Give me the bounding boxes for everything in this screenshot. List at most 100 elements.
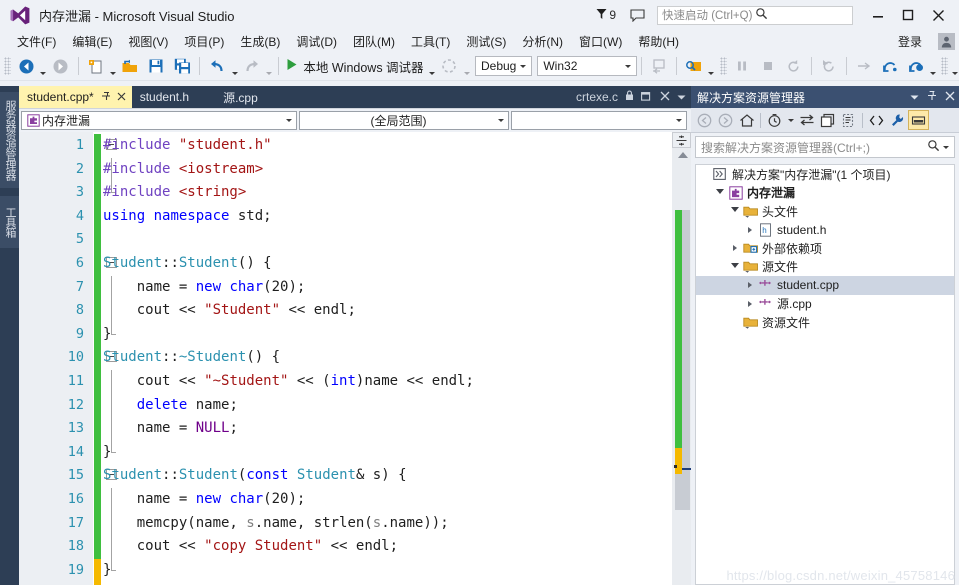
scroll-up-arrow-icon[interactable] [678,152,688,158]
tree-item[interactable]: 资源文件 [696,313,954,332]
menu-item-tools[interactable]: 工具(T) [403,31,458,52]
menu-item-help[interactable]: 帮助(H) [630,31,687,52]
notifications-button[interactable]: 9 [596,8,616,23]
menu-item-window[interactable]: 窗口(W) [571,31,630,52]
menu-item-edit[interactable]: 编辑(E) [64,31,120,52]
back-arrow-icon[interactable] [694,110,715,130]
quick-launch-input[interactable]: 快速启动 (Ctrl+Q) [657,5,853,25]
tree-item[interactable]: 头文件 [696,202,954,221]
sign-in-button[interactable]: 登录 [898,33,928,50]
step-over-icon[interactable] [877,55,903,77]
chevron-down-icon[interactable] [905,90,923,104]
toolbar-grip[interactable] [941,57,949,75]
save-all-icon[interactable] [169,55,195,77]
code-editor-surface[interactable]: 1234567891011121314151617181920 #include… [19,132,691,585]
step-out-icon[interactable] [903,55,929,77]
chevron-down-icon[interactable] [677,90,686,104]
menu-item-analyze[interactable]: 分析(N) [514,31,571,52]
close-icon[interactable] [117,90,126,104]
menu-item-build[interactable]: 生成(B) [232,31,288,52]
editor-tab-yuan-cpp[interactable]: 源.cpp [195,86,264,108]
find-dropdown[interactable] [707,53,716,80]
magnifier-icon[interactable] [927,139,940,155]
refresh-windows-icon[interactable] [816,55,842,77]
pending-changes-icon[interactable] [764,110,785,130]
menu-item-test[interactable]: 测试(S) [458,31,514,52]
expand-arrow-closed-icon[interactable] [728,245,741,252]
maximize-button[interactable] [893,3,923,27]
solution-tree[interactable]: 解决方案"内存泄漏"(1 个项目) 内存泄漏 头文件 h student.h 外部依赖项源… [695,164,955,585]
tree-item[interactable]: 源文件 [696,258,954,277]
stop-icon[interactable] [755,55,781,77]
menu-item-file[interactable]: 文件(F) [9,31,64,52]
sync-icon[interactable] [796,110,817,130]
float-window-icon[interactable] [641,90,653,104]
show-all-files-icon[interactable] [866,110,887,130]
step-into-icon[interactable] [646,55,672,77]
chevron-down-icon[interactable] [785,110,796,130]
split-view-icon[interactable] [672,132,691,148]
navigate-back-icon[interactable] [13,55,39,77]
toolbar-overflow[interactable] [950,53,959,80]
chevron-down-icon[interactable] [940,145,951,149]
open-file-icon[interactable] [117,55,143,77]
tree-item[interactable]: student.cpp [696,276,954,295]
solution-platform-select[interactable]: Win32 [537,56,638,76]
tree-item[interactable]: 外部依赖项 [696,239,954,258]
editor-tab-student-h[interactable]: student.h [132,86,195,108]
code-text[interactable]: #include "student.h" #include <iostream> #… [103,134,672,585]
navigate-forward-icon[interactable] [48,55,74,77]
toolbar-grip[interactable] [4,57,12,75]
preview-selected-items-icon[interactable] [908,110,929,130]
new-item-dropdown[interactable] [109,53,118,80]
toolbar-grip[interactable] [719,57,727,75]
close-icon[interactable] [941,90,959,104]
dock-tab-server-explorer[interactable]: 服务器资源管理器 [0,92,19,188]
tree-item[interactable]: h student.h [696,221,954,240]
home-icon[interactable] [736,110,757,130]
expand-arrow-open-icon[interactable] [713,188,726,197]
pin-icon[interactable] [923,90,941,104]
start-debugging-button[interactable]: 本地 Windows 调试器 [282,55,427,77]
step-out-dropdown[interactable] [929,53,938,80]
restart-icon[interactable] [781,55,807,77]
menu-item-debug[interactable]: 调试(D) [288,31,345,52]
user-avatar-icon[interactable] [938,32,955,50]
solution-explorer-search-input[interactable]: 搜索解决方案资源管理器(Ctrl+;) [695,136,955,158]
redo-dropdown[interactable] [265,53,274,80]
close-icon[interactable] [660,90,670,104]
expand-arrow-closed-icon[interactable] [743,282,756,289]
pin-icon[interactable] [101,91,111,104]
start-debugging-dropdown[interactable] [428,53,437,80]
editor-tab-student-cpp[interactable]: student.cpp* [19,86,132,108]
tree-item[interactable]: 源.cpp [696,295,954,314]
minimize-button[interactable] [863,3,893,27]
forward-arrow-icon[interactable] [715,110,736,130]
navbar-project-select[interactable]: 内存泄漏 [21,111,297,130]
expand-arrow-closed-icon[interactable] [743,226,756,233]
tree-item[interactable]: 内存泄漏 [696,184,954,203]
navbar-member-select[interactable] [511,111,687,130]
tree-item[interactable]: 解决方案"内存泄漏"(1 个项目) [696,165,954,184]
dock-tab-toolbox[interactable]: 工具箱 [0,196,19,248]
expand-arrow-open-icon[interactable] [728,262,741,271]
navigate-back-dropdown[interactable] [39,53,48,80]
attach-process-icon[interactable] [436,55,462,77]
wrench-icon[interactable] [887,110,908,130]
save-icon[interactable] [143,55,169,77]
menu-item-team[interactable]: 团队(M) [345,31,403,52]
expand-arrow-open-icon[interactable] [728,207,741,215]
menu-item-view[interactable]: 视图(V) [120,31,176,52]
properties-window-icon[interactable] [838,110,859,130]
pause-icon[interactable] [729,55,755,77]
menu-item-project[interactable]: 项目(P) [176,31,232,52]
undo-icon[interactable] [204,55,230,77]
new-item-icon[interactable] [83,55,109,77]
editor-vertical-scrollbar[interactable] [672,132,691,585]
collapse-all-icon[interactable] [817,110,838,130]
undo-dropdown[interactable] [230,53,239,80]
navbar-scope-select[interactable]: (全局范围) [299,111,509,130]
feedback-button[interactable] [630,8,645,22]
close-button[interactable] [923,3,953,27]
solution-configuration-select[interactable]: Debug [474,56,533,76]
